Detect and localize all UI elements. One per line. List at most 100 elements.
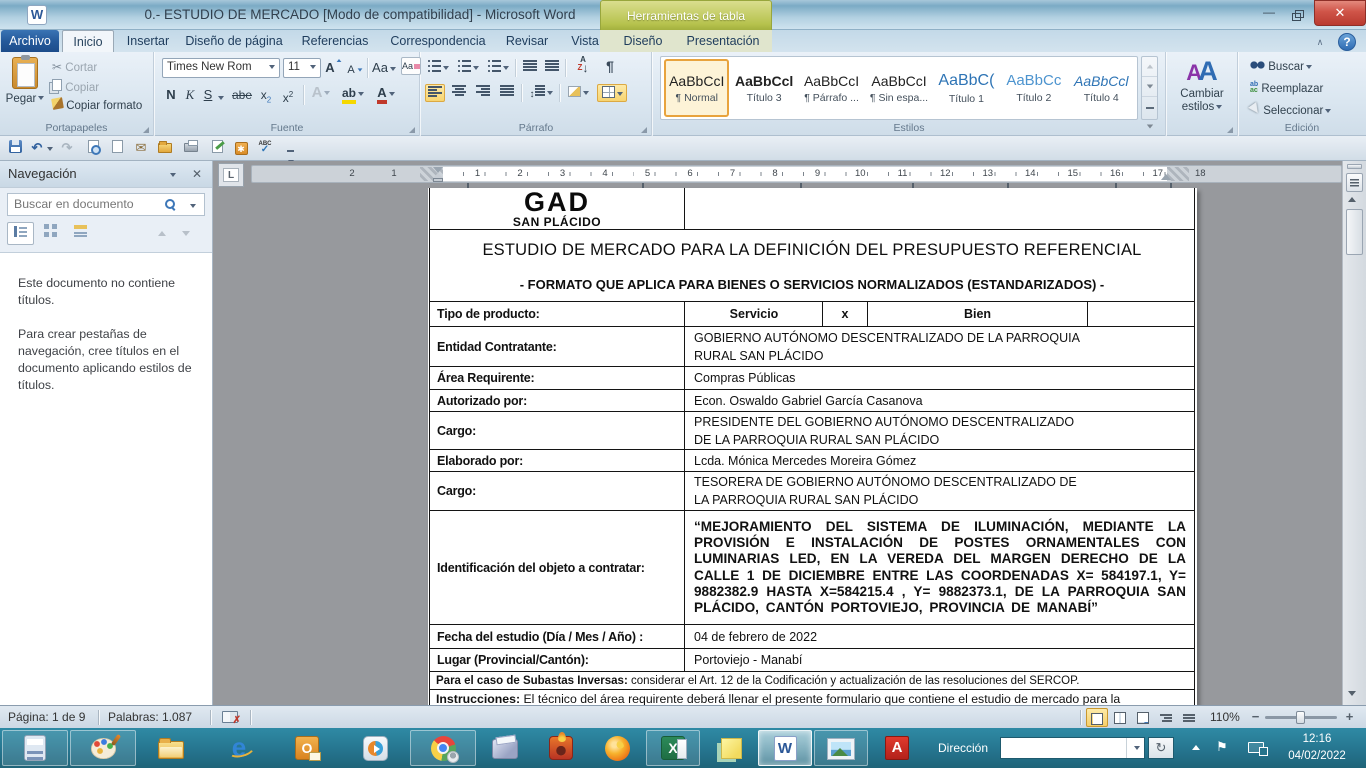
taskbar-autocad-button[interactable]: A <box>870 730 924 766</box>
collapse-ribbon-icon[interactable]: ∧ <box>1312 36 1328 48</box>
table-row-identificacion[interactable]: Identificación del objeto a contratar: “… <box>430 511 1194 625</box>
clear-formatting-button[interactable]: Aa <box>401 57 421 75</box>
tab-insertar[interactable]: Insertar <box>117 30 179 52</box>
zoom-in-button[interactable]: + <box>1342 710 1357 725</box>
view-reading-button[interactable] <box>1109 708 1131 727</box>
change-styles-dialog-launcher[interactable] <box>1227 127 1233 133</box>
taskbar-chrome-button[interactable] <box>410 730 476 766</box>
change-styles-button[interactable]: AA Cambiar estilos <box>1166 56 1238 114</box>
align-right-button[interactable] <box>473 84 493 102</box>
style-card--normal[interactable]: AaBbCcI¶ Normal <box>664 59 729 117</box>
qat-edit-button[interactable] <box>208 140 226 157</box>
borders-button[interactable] <box>597 84 627 102</box>
taskbar-sticky-notes-button[interactable] <box>702 730 756 766</box>
style-card-t-tulo-4[interactable]: AaBbCclTítulo 4 <box>1069 59 1134 117</box>
view-web-button[interactable] <box>1132 708 1154 727</box>
scroll-down-button[interactable] <box>1348 691 1356 696</box>
address-go-button[interactable]: ↻ <box>1148 737 1174 759</box>
qat-redo-button[interactable]: ↷ <box>58 140 76 157</box>
table-row-entidad[interactable]: Entidad Contratante: GOBIERNO AUTÓNOMO D… <box>430 327 1194 367</box>
qat-print-preview-button[interactable] <box>84 140 102 157</box>
font-size-select[interactable]: 11 <box>283 58 321 78</box>
zoom-slider-thumb[interactable] <box>1296 711 1305 724</box>
action-center-flag-icon[interactable]: ⚑ <box>1216 739 1228 755</box>
nav-prev-button[interactable] <box>158 231 166 236</box>
table-row-cargo-tesorera[interactable]: Cargo: TESORERA DE GOBIERNO AUTÓNOMO DES… <box>430 472 1194 511</box>
nav-tab-headings[interactable] <box>7 222 34 245</box>
change-case-button[interactable]: Aa <box>371 58 397 78</box>
tab-archivo[interactable]: Archivo <box>1 30 59 52</box>
taskbar-word-button[interactable]: W <box>758 730 812 766</box>
bullets-button[interactable] <box>427 59 449 77</box>
taskbar-scanner-button[interactable] <box>478 730 532 766</box>
vertical-scrollbar[interactable] <box>1342 161 1366 705</box>
indent-marker-left[interactable] <box>433 178 443 182</box>
zoom-level[interactable]: 110% <box>1210 710 1240 724</box>
tab-diseno-de-pagina[interactable]: Diseño de página <box>181 30 287 52</box>
style-card-t-tulo-2[interactable]: AaBbCcTítulo 2 <box>1001 59 1066 117</box>
highlight-button[interactable]: ab <box>339 83 367 103</box>
table-row-autorizado[interactable]: Autorizado por: Econ. Oswaldo Gabriel Ga… <box>430 390 1194 412</box>
qat-open-button[interactable] <box>156 140 174 157</box>
status-word-count[interactable]: Palabras: 1.087 <box>108 710 192 724</box>
qat-spelling-button[interactable]: ABC✓ <box>256 140 274 157</box>
navigation-pane-close-icon[interactable]: ✕ <box>192 161 202 187</box>
decrease-indent-button[interactable] <box>521 59 539 77</box>
taskbar-calculator-button[interactable] <box>2 730 68 766</box>
justify-button[interactable] <box>497 84 517 102</box>
subscript-button[interactable]: x2 <box>257 85 275 105</box>
table-row-note-instrucciones[interactable]: Instrucciones: El técnico del área requi… <box>430 690 1194 705</box>
tab-revisar[interactable]: Revisar <box>496 30 558 52</box>
grow-font-button[interactable]: A <box>325 58 343 78</box>
table-row-tipo[interactable]: Tipo de producto: Servicio x Bien <box>430 302 1194 327</box>
navigation-pane-menu-arrow[interactable] <box>170 173 176 177</box>
styles-more-button[interactable] <box>1142 97 1157 117</box>
table-row-area[interactable]: Área Requirente: Compras Públicas <box>430 367 1194 390</box>
table-row-elaborado[interactable]: Elaborado por: Lcda. Mónica Mercedes Mor… <box>430 450 1194 472</box>
address-input[interactable] <box>1000 737 1145 759</box>
qat-new-button[interactable] <box>108 140 126 157</box>
select-button[interactable]: Seleccionar <box>1250 104 1331 117</box>
right-indent-marker[interactable] <box>1161 174 1171 180</box>
table-row-fecha[interactable]: Fecha del estudio (Día / Mes / Año) : 04… <box>430 625 1194 649</box>
scroll-thumb[interactable] <box>1346 209 1363 255</box>
table-row-lugar[interactable]: Lugar (Provincial/Cantón): Portoviejo - … <box>430 649 1194 672</box>
styles-scroll-down-button[interactable] <box>1142 77 1157 97</box>
style-card-t-tulo-1[interactable]: AaBbC(Título 1 <box>934 59 999 117</box>
tray-clock[interactable]: 12:16 04/02/2022 <box>1274 731 1360 765</box>
search-icon[interactable] <box>165 199 176 210</box>
shading-button[interactable] <box>565 84 591 102</box>
word-app-icon[interactable]: W <box>27 5 47 25</box>
tab-inicio[interactable]: Inicio <box>62 30 114 52</box>
qat-save-button[interactable] <box>6 140 24 157</box>
nav-tab-pages[interactable] <box>37 222 64 245</box>
paste-button[interactable]: Pegar <box>5 57 45 107</box>
qat-quick-print-button[interactable] <box>182 140 200 157</box>
underline-dropdown[interactable] <box>215 87 225 107</box>
nav-next-button[interactable] <box>182 231 190 236</box>
table-row-title[interactable]: ESTUDIO DE MERCADO PARA LA DEFINICIÓN DE… <box>430 230 1194 302</box>
taskbar-firefox-button[interactable] <box>590 730 644 766</box>
ruler-toggle-button[interactable] <box>1346 173 1363 192</box>
tab-correspondencia[interactable]: Correspondencia <box>383 30 493 52</box>
cut-button[interactable]: ✂ Cortar <box>52 60 97 74</box>
nav-tab-results[interactable] <box>67 222 94 245</box>
align-center-button[interactable] <box>449 84 469 102</box>
view-print-layout-button[interactable] <box>1086 708 1108 727</box>
underline-button[interactable]: S <box>201 85 215 105</box>
font-dialog-launcher[interactable] <box>409 127 415 133</box>
show-marks-button[interactable]: ¶ <box>601 57 619 75</box>
bold-button[interactable]: N <box>163 85 179 105</box>
clipboard-dialog-launcher[interactable] <box>143 127 149 133</box>
view-outline-button[interactable] <box>1155 708 1177 727</box>
taskbar-paint-button[interactable] <box>70 730 136 766</box>
styles-scroll-up-button[interactable] <box>1142 57 1157 77</box>
numbering-button[interactable] <box>457 59 479 77</box>
taskbar-photo-viewer-button[interactable] <box>814 730 868 766</box>
taskbar-outlook-button[interactable]: O <box>274 730 340 766</box>
font-color-button[interactable]: A <box>373 83 399 103</box>
strikethrough-button[interactable]: abe <box>229 85 255 105</box>
status-page-count[interactable]: Página: 1 de 9 <box>8 710 85 724</box>
taskbar-excel-button[interactable]: X <box>646 730 700 766</box>
style-card--p-rrafo-[interactable]: AaBbCcI¶ Párrafo ... <box>799 59 864 117</box>
